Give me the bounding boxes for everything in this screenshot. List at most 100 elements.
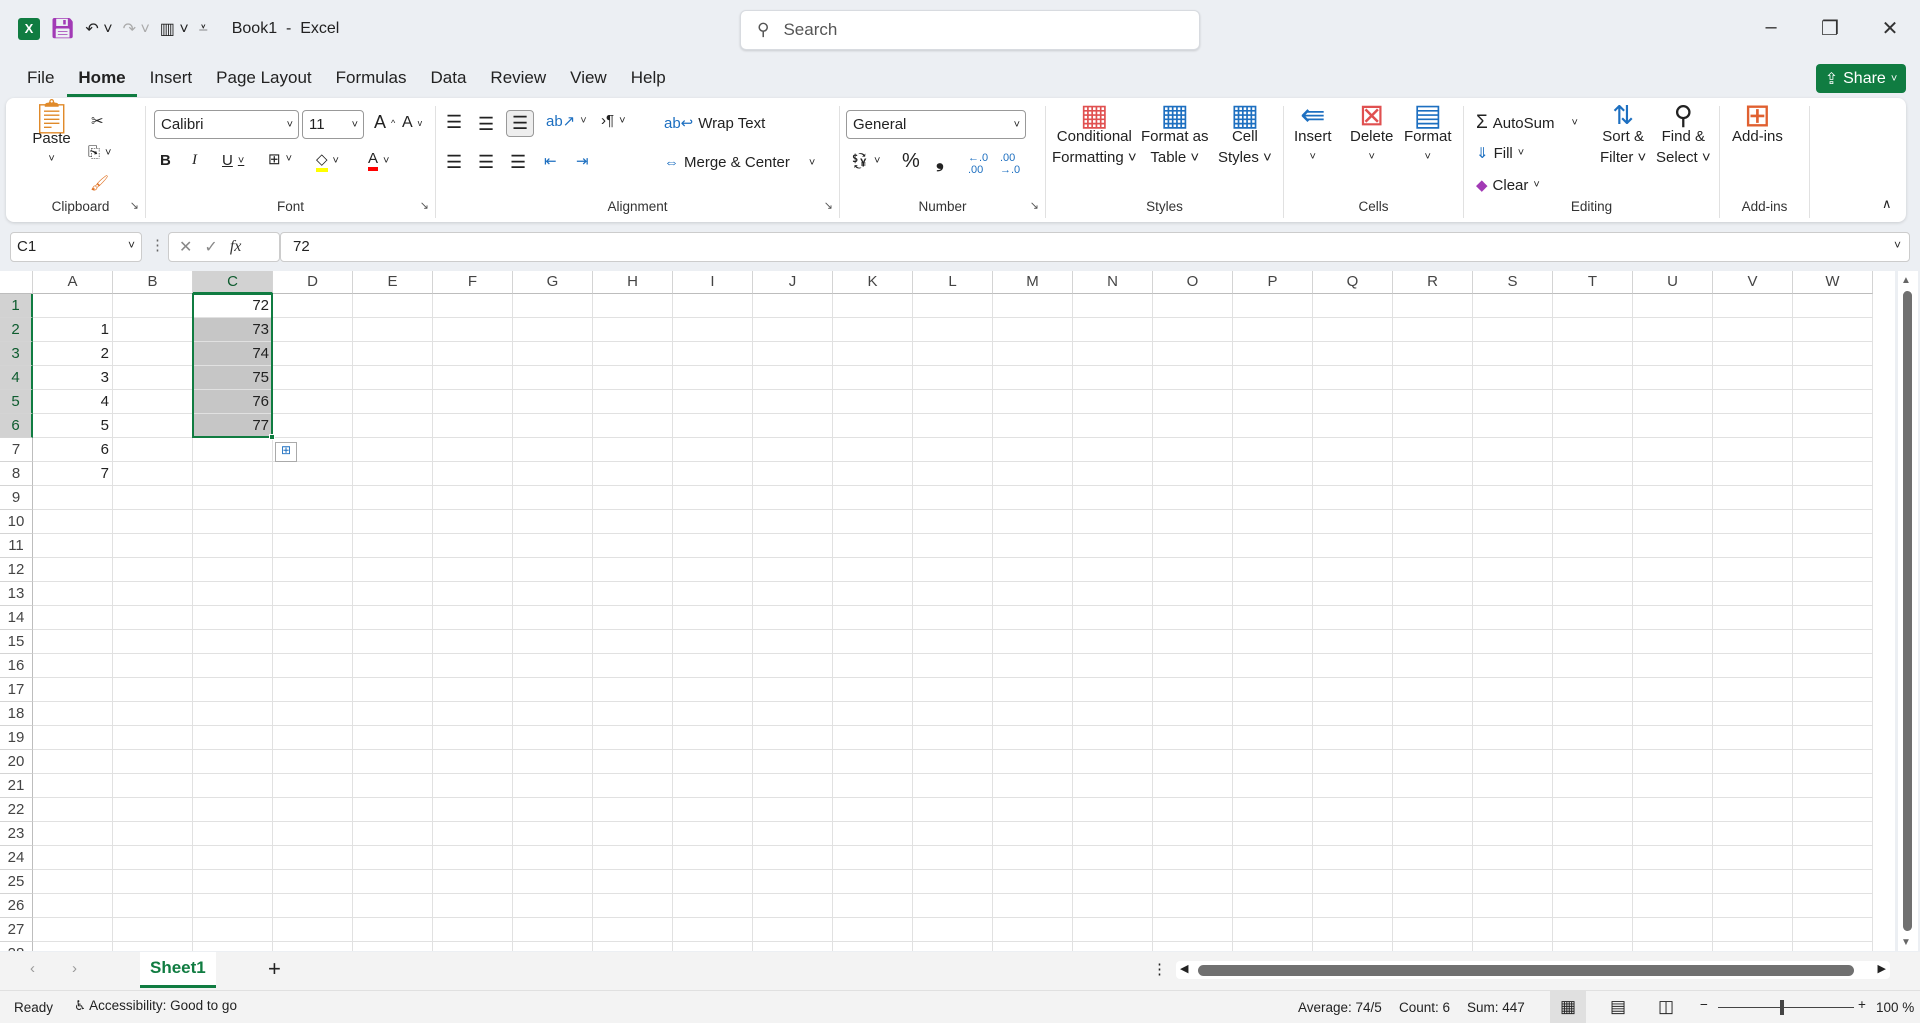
cell-Q13[interactable] — [1313, 582, 1393, 606]
cell-G11[interactable] — [513, 534, 593, 558]
cell-P16[interactable] — [1233, 654, 1313, 678]
cell-W20[interactable] — [1793, 750, 1873, 774]
cell-U13[interactable] — [1633, 582, 1713, 606]
cell-F14[interactable] — [433, 606, 513, 630]
cell-H18[interactable] — [593, 702, 673, 726]
cell-W22[interactable] — [1793, 798, 1873, 822]
cell-M21[interactable] — [993, 774, 1073, 798]
cell-W28[interactable] — [1793, 942, 1873, 951]
cell-A19[interactable] — [33, 726, 113, 750]
cell-W3[interactable] — [1793, 342, 1873, 366]
insert-function-button[interactable]: fx — [230, 238, 242, 256]
cell-P1[interactable] — [1233, 294, 1313, 318]
cell-T26[interactable] — [1553, 894, 1633, 918]
cell-B11[interactable] — [113, 534, 193, 558]
cell-E26[interactable] — [353, 894, 433, 918]
cell-N25[interactable] — [1073, 870, 1153, 894]
cell-K10[interactable] — [833, 510, 913, 534]
row-header-24[interactable]: 24 — [0, 846, 33, 870]
cell-G2[interactable] — [513, 318, 593, 342]
cell-I17[interactable] — [673, 678, 753, 702]
cell-V16[interactable] — [1713, 654, 1793, 678]
cell-M18[interactable] — [993, 702, 1073, 726]
cell-G10[interactable] — [513, 510, 593, 534]
cell-J10[interactable] — [753, 510, 833, 534]
cell-K14[interactable] — [833, 606, 913, 630]
cell-G21[interactable] — [513, 774, 593, 798]
cell-E16[interactable] — [353, 654, 433, 678]
cell-W19[interactable] — [1793, 726, 1873, 750]
cell-S17[interactable] — [1473, 678, 1553, 702]
cell-B22[interactable] — [113, 798, 193, 822]
cell-O4[interactable] — [1153, 366, 1233, 390]
cell-R15[interactable] — [1393, 630, 1473, 654]
page-break-view-button[interactable]: ◫ — [1658, 997, 1674, 1017]
vertical-scrollbar[interactable]: ▲ ▼ — [1898, 271, 1918, 951]
cell-E12[interactable] — [353, 558, 433, 582]
cell-W8[interactable] — [1793, 462, 1873, 486]
cell-K15[interactable] — [833, 630, 913, 654]
cell-N4[interactable] — [1073, 366, 1153, 390]
cell-N12[interactable] — [1073, 558, 1153, 582]
cell-L10[interactable] — [913, 510, 993, 534]
cell-J11[interactable] — [753, 534, 833, 558]
cell-D24[interactable] — [273, 846, 353, 870]
cell-J4[interactable] — [753, 366, 833, 390]
cell-G24[interactable] — [513, 846, 593, 870]
cell-D20[interactable] — [273, 750, 353, 774]
cell-R21[interactable] — [1393, 774, 1473, 798]
cell-A27[interactable] — [33, 918, 113, 942]
cell-S6[interactable] — [1473, 414, 1553, 438]
cell-J3[interactable] — [753, 342, 833, 366]
cell-A15[interactable] — [33, 630, 113, 654]
cell-E13[interactable] — [353, 582, 433, 606]
cell-I20[interactable] — [673, 750, 753, 774]
cell-A21[interactable] — [33, 774, 113, 798]
cell-A20[interactable] — [33, 750, 113, 774]
decrease-indent-button[interactable]: ⇤ — [544, 152, 557, 170]
cell-S9[interactable] — [1473, 486, 1553, 510]
row-header-14[interactable]: 14 — [0, 606, 33, 630]
delete-cells-button[interactable]: ⊠ Delete ˅ — [1350, 101, 1393, 167]
cell-R26[interactable] — [1393, 894, 1473, 918]
dialog-launcher-icon[interactable]: ↘ — [130, 199, 139, 212]
cell-M23[interactable] — [993, 822, 1073, 846]
sort-filter-button[interactable]: ⇅ Sort & Filter ˅ — [1600, 102, 1646, 167]
cell-P17[interactable] — [1233, 678, 1313, 702]
cell-O14[interactable] — [1153, 606, 1233, 630]
cell-K6[interactable] — [833, 414, 913, 438]
cell-V26[interactable] — [1713, 894, 1793, 918]
cell-R17[interactable] — [1393, 678, 1473, 702]
cell-R9[interactable] — [1393, 486, 1473, 510]
row-header-2[interactable]: 2 — [0, 318, 33, 342]
cell-R1[interactable] — [1393, 294, 1473, 318]
cell-V14[interactable] — [1713, 606, 1793, 630]
cell-E3[interactable] — [353, 342, 433, 366]
cell-A16[interactable] — [33, 654, 113, 678]
column-header-A[interactable]: A — [33, 271, 113, 294]
decrease-decimal-button[interactable]: .00 →.0 — [1000, 152, 1020, 176]
cell-E18[interactable] — [353, 702, 433, 726]
cell-O6[interactable] — [1153, 414, 1233, 438]
cell-F21[interactable] — [433, 774, 513, 798]
cell-M11[interactable] — [993, 534, 1073, 558]
cell-T2[interactable] — [1553, 318, 1633, 342]
cell-R5[interactable] — [1393, 390, 1473, 414]
cell-K18[interactable] — [833, 702, 913, 726]
middle-align-button[interactable]: ☰ — [478, 114, 494, 135]
cell-U12[interactable] — [1633, 558, 1713, 582]
cell-H28[interactable] — [593, 942, 673, 951]
increase-indent-button[interactable]: ⇥ — [576, 152, 589, 170]
row-header-17[interactable]: 17 — [0, 678, 33, 702]
cell-H8[interactable] — [593, 462, 673, 486]
cell-F28[interactable] — [433, 942, 513, 951]
tab-page-layout[interactable]: Page Layout — [205, 66, 322, 97]
cell-S2[interactable] — [1473, 318, 1553, 342]
cell-V12[interactable] — [1713, 558, 1793, 582]
cell-M4[interactable] — [993, 366, 1073, 390]
cell-E19[interactable] — [353, 726, 433, 750]
cell-P24[interactable] — [1233, 846, 1313, 870]
cell-S3[interactable] — [1473, 342, 1553, 366]
cell-N15[interactable] — [1073, 630, 1153, 654]
cell-U10[interactable] — [1633, 510, 1713, 534]
